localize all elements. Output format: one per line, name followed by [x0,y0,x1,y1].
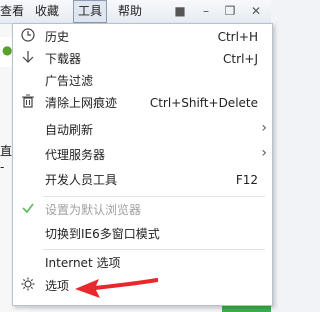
menu-item-shortcut: Ctrl+H [217,30,258,44]
menu-item-ad-filter[interactable]: 广告过滤 [13,70,272,92]
menu-item-label: 历史 [45,30,70,44]
gear-icon [20,277,36,295]
menu-tools[interactable]: 工具 [73,0,107,23]
menu-item-ie6-mode[interactable]: 切换到IE6多窗口模式 [13,223,272,245]
menu-item-shortcut: Ctrl+J [223,52,258,66]
menu-item-shortcut: F12 [235,173,258,187]
skin-icon[interactable]: ■ [170,2,190,20]
menu-item-dev-tools[interactable]: 开发人员工具 F12 [13,169,272,191]
chevron-right-icon: › [261,145,267,161]
menu-view[interactable]: 查看 [0,0,26,23]
menu-item-label: 广告过滤 [45,74,94,88]
highlight-arrow-icon [75,278,158,298]
menu-item-label: 清除上网痕迹 [45,96,118,110]
menubar: 查看 收藏 工具 帮助 ■ – ❐ ✕ [0,0,271,24]
menu-item-label: 开发人员工具 [45,173,118,187]
restore-icon[interactable]: ❐ [220,2,240,20]
menu-item-history[interactable]: 历史 Ctrl+H [13,26,272,48]
minimize-icon[interactable]: – [196,2,216,20]
trash-icon [20,94,36,112]
menu-item-set-default-browser: 设置为默认浏览器 [13,199,272,221]
menu-item-proxy[interactable]: 代理服务器 › [13,144,272,166]
menu-item-label: Internet 选项 [45,256,121,270]
menu-separator [43,249,265,250]
background-partial-text-2: - [0,160,5,174]
tools-menu: 历史 Ctrl+H 下载器 Ctrl+J 广告过滤 清除上网痕迹 Ctrl+Sh… [12,23,273,306]
menu-item-downloader[interactable]: 下载器 Ctrl+J [13,48,272,70]
menu-item-auto-refresh[interactable]: 自动刷新 › [13,119,272,141]
download-arrow-icon [20,50,36,68]
menu-item-internet-options[interactable]: Internet 选项 [13,252,272,274]
menu-item-clear-history[interactable]: 清除上网痕迹 Ctrl+Shift+Delete [13,92,272,114]
background-app-icon: ● [2,43,13,57]
menu-item-label: 设置为默认浏览器 [45,203,142,217]
chevron-right-icon: › [261,120,267,136]
close-icon[interactable]: ✕ [246,2,266,20]
menu-item-label: 代理服务器 [45,148,106,162]
menu-favorites[interactable]: 收藏 [35,0,65,23]
menu-item-label: 自动刷新 [45,123,94,137]
menu-item-shortcut: Ctrl+Shift+Delete [149,96,258,110]
menu-item-label: 选项 [45,279,70,293]
background-partial-text: 直 [0,144,13,158]
menu-separator [43,196,265,197]
menu-help[interactable]: 帮助 [118,0,148,23]
menu-item-label: 下载器 [45,52,82,66]
menu-item-label: 切换到IE6多窗口模式 [45,227,160,241]
check-icon [20,201,36,219]
clock-icon [20,28,36,46]
